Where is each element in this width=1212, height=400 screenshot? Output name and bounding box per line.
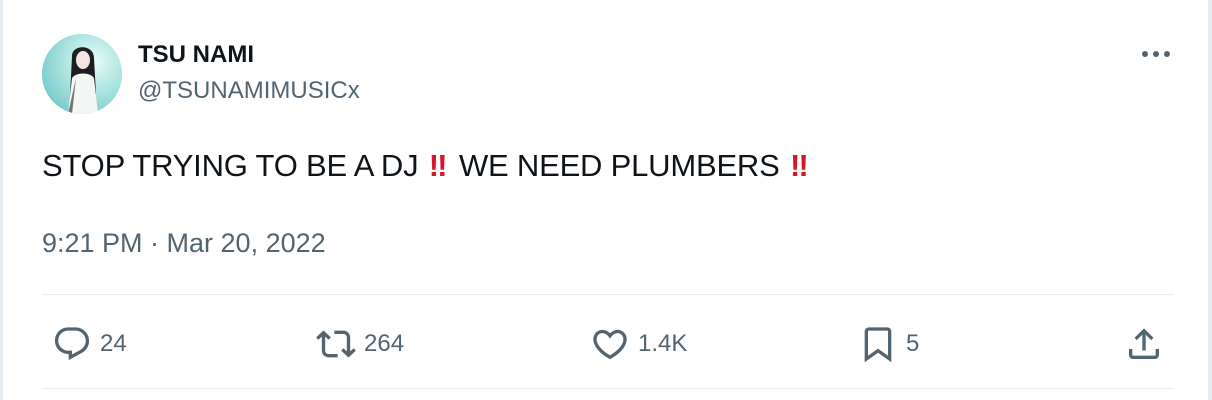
bookmark-button[interactable]: 5	[858, 322, 919, 366]
divider	[42, 294, 1174, 295]
tweet-text-part2: WE NEED PLUMBERS	[458, 148, 780, 183]
retweet-button[interactable]: 264	[316, 322, 404, 366]
reply-button[interactable]: 24	[52, 322, 127, 366]
divider-bottom	[42, 388, 1174, 389]
share-button[interactable]	[1124, 322, 1164, 366]
left-border	[0, 0, 3, 400]
more-dots-icon	[1142, 51, 1170, 57]
retweet-icon	[316, 330, 356, 358]
more-options-button[interactable]	[1138, 44, 1174, 64]
avatar[interactable]	[42, 34, 122, 114]
avatar-photo	[42, 34, 122, 114]
right-border	[1208, 0, 1212, 400]
display-name[interactable]: TSU NAMI	[138, 40, 360, 70]
bookmark-icon	[864, 327, 892, 363]
user-handle[interactable]: @TSUNAMIMUSICx	[138, 76, 360, 106]
bookmark-count: 5	[906, 330, 920, 357]
like-button[interactable]: 1.4K	[590, 322, 687, 366]
like-count: 1.4K	[638, 330, 688, 357]
reply-bubble-icon	[54, 327, 90, 361]
double-exclamation-emoji: ‼	[790, 148, 809, 183]
tweet-card: TSU NAMI @TSUNAMIMUSICx STOP TRYING TO B…	[42, 0, 1174, 400]
heart-icon	[593, 329, 627, 360]
tweet-header: TSU NAMI @TSUNAMIMUSICx	[42, 34, 1174, 114]
reply-count: 24	[100, 330, 127, 357]
retweet-count: 264	[364, 330, 405, 357]
tweet-timestamp[interactable]: 9:21 PM · Mar 20, 2022	[42, 226, 326, 260]
tweet-text: STOP TRYING TO BE A DJ ‼ WE NEED PLUMBER…	[42, 146, 812, 186]
tweet-text-part1: STOP TRYING TO BE A DJ	[42, 148, 419, 183]
share-upload-icon	[1129, 328, 1159, 359]
double-exclamation-emoji: ‼	[428, 148, 448, 183]
author-names: TSU NAMI @TSUNAMIMUSICx	[138, 40, 360, 106]
